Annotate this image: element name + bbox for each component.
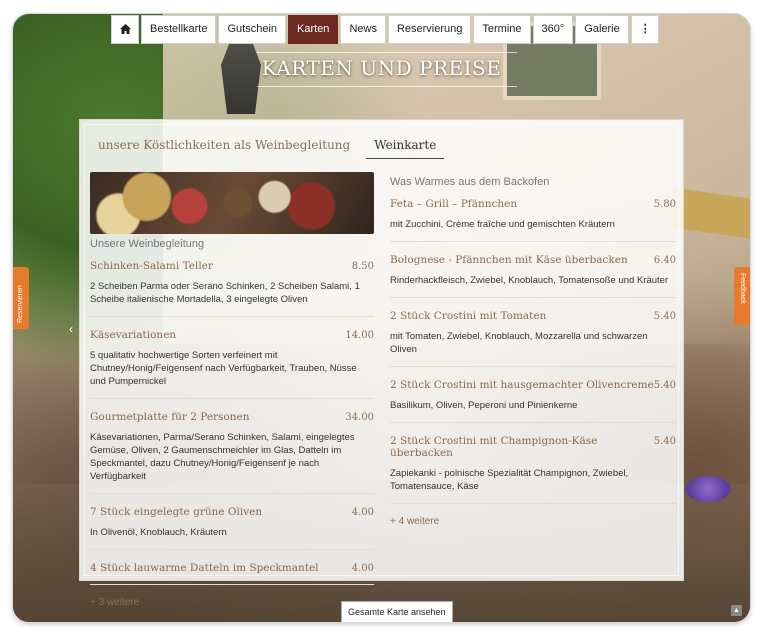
menu-item[interactable]: 2 Stück Crostini mit Tomaten 5.40 mit To… [390,310,676,367]
menu-item[interactable]: Feta – Grill – Pfännchen 5.80 mit Zucchi… [390,198,676,242]
item-price: 5.80 [653,199,676,210]
right-column: Was Warmes aus dem Backofen Feta – Grill… [390,172,676,527]
item-price: 8.50 [351,261,374,272]
item-name: 4 Stück lauwarme Datteln im Speckmantel [90,562,319,574]
item-description: Zapiekanki - polnische Spezialität Champ… [390,468,629,492]
item-name: 2 Stück Crostini mit hausgemachter Olive… [390,379,654,391]
nav-item-news[interactable]: News [340,15,386,44]
item-price: 4.00 [351,563,374,574]
item-name: 2 Stück Crostini mit Tomaten [390,310,547,322]
menu-item[interactable]: 2 Stück Crostini mit hausgemachter Olive… [390,379,676,423]
page-title: KARTEN UND PREISE [261,56,502,80]
left-column: Unsere Weinbegleitung Schinken-Salami Te… [90,172,374,608]
item-name: Käsevariationen [90,329,177,341]
section-title: Was Warmes aus dem Backofen [390,176,550,188]
item-description: 5 qualitativ hochwertige Sorten verfeine… [90,350,357,387]
item-name: Gourmetplatte für 2 Personen [90,411,250,423]
item-price: 34.00 [345,412,374,423]
item-description: mit Tomaten, Zwiebel, Knoblauch, Mozzare… [390,331,648,355]
item-name: Feta – Grill – Pfännchen [390,198,518,210]
menu-tabs: unsere Köstlichkeiten als Weinbegleitung… [90,132,445,159]
nav-item-360[interactable]: 360° [532,15,574,44]
item-description: 2 Scheiben Parma oder Serano Schinken, 2… [90,281,360,305]
food-image [90,172,374,234]
menu-item[interactable]: 2 Stück Crostini mit Champignon-Käse übe… [390,435,676,504]
nav-item-bestellkarte[interactable]: Bestellkarte [141,15,217,44]
nav-item-termine[interactable]: Termine [473,15,531,44]
item-name: Schinken-Salami Teller [90,260,213,272]
main-nav: Bestellkarte Gutschein Karten News Reser… [111,15,659,44]
title-divider-bottom [257,86,517,87]
view-full-menu-button[interactable]: Gesamte Karte ansehen [341,601,453,622]
menu-item[interactable]: Käsevariationen 14.00 5 qualitativ hochw… [90,329,374,399]
menu-item[interactable]: Bolognese - Pfännchen mit Käse überbacke… [390,254,676,298]
reservation-side-label: Reservieren [17,285,24,323]
nav-item-karten[interactable]: Karten [288,15,339,44]
tab-weinkarte[interactable]: Weinkarte [366,132,445,159]
item-name: 7 Stück eingelegte grüne Oliven [90,506,263,518]
feedback-side-label: Feedback [739,273,746,304]
item-description: In Olivenöl, Knoblauch, Kräutern [90,527,227,538]
tab-weinbegleitung[interactable]: unsere Köstlichkeiten als Weinbegleitung [90,132,358,159]
page-frame: Bestellkarte Gutschein Karten News Reser… [13,14,750,622]
item-price: 5.40 [653,380,676,391]
menu-panel: unsere Köstlichkeiten als Weinbegleitung… [79,119,684,608]
menu-item[interactable]: 4 Stück lauwarme Datteln im Speckmantel … [90,562,374,585]
item-price: 4.00 [351,507,374,518]
background-flowers [685,476,731,502]
scroll-top-icon[interactable]: ▲ [731,605,742,616]
nav-item-galerie[interactable]: Galerie [575,15,629,44]
more-items-link[interactable]: + 3 weitere [90,597,374,608]
nav-item-gutschein[interactable]: Gutschein [218,15,287,44]
menu-item[interactable]: 7 Stück eingelegte grüne Oliven 4.00 In … [90,506,374,550]
item-description: mit Zucchini, Crème fraîche und gemischt… [390,219,615,230]
home-icon[interactable] [111,15,139,44]
reservation-side-tab[interactable]: Reservieren [13,267,29,329]
section-title: Unsere Weinbegleitung [90,238,205,250]
more-items-link[interactable]: + 4 weitere [390,516,676,527]
nav-item-reservierung[interactable]: Reservierung [387,15,472,44]
item-price: 5.40 [653,311,676,322]
item-name: Bolognese - Pfännchen mit Käse überbacke… [390,254,628,266]
feedback-side-tab[interactable]: Feedback [734,267,750,325]
menu-item[interactable]: Gourmetplatte für 2 Personen 34.00 Käsev… [90,411,374,494]
item-price: 5.40 [653,436,676,447]
title-divider-top [257,52,517,53]
item-price: 6.40 [653,255,676,266]
more-menu-icon[interactable]: ⋮ [630,15,659,44]
item-description: Rinderhackfleisch, Zwiebel, Knoblauch, T… [390,275,669,286]
item-description: Käsevariationen, Parma/Serano Schinken, … [90,432,355,482]
item-description: Basilikum, Oliven, Peperoni und Pinienke… [390,400,578,411]
menu-item[interactable]: Schinken-Salami Teller 8.50 2 Scheiben P… [90,260,374,317]
item-price: 14.00 [345,330,374,341]
item-name: 2 Stück Crostini mit Champignon-Käse übe… [390,435,598,459]
chevron-left-icon[interactable]: ‹ [69,322,73,336]
